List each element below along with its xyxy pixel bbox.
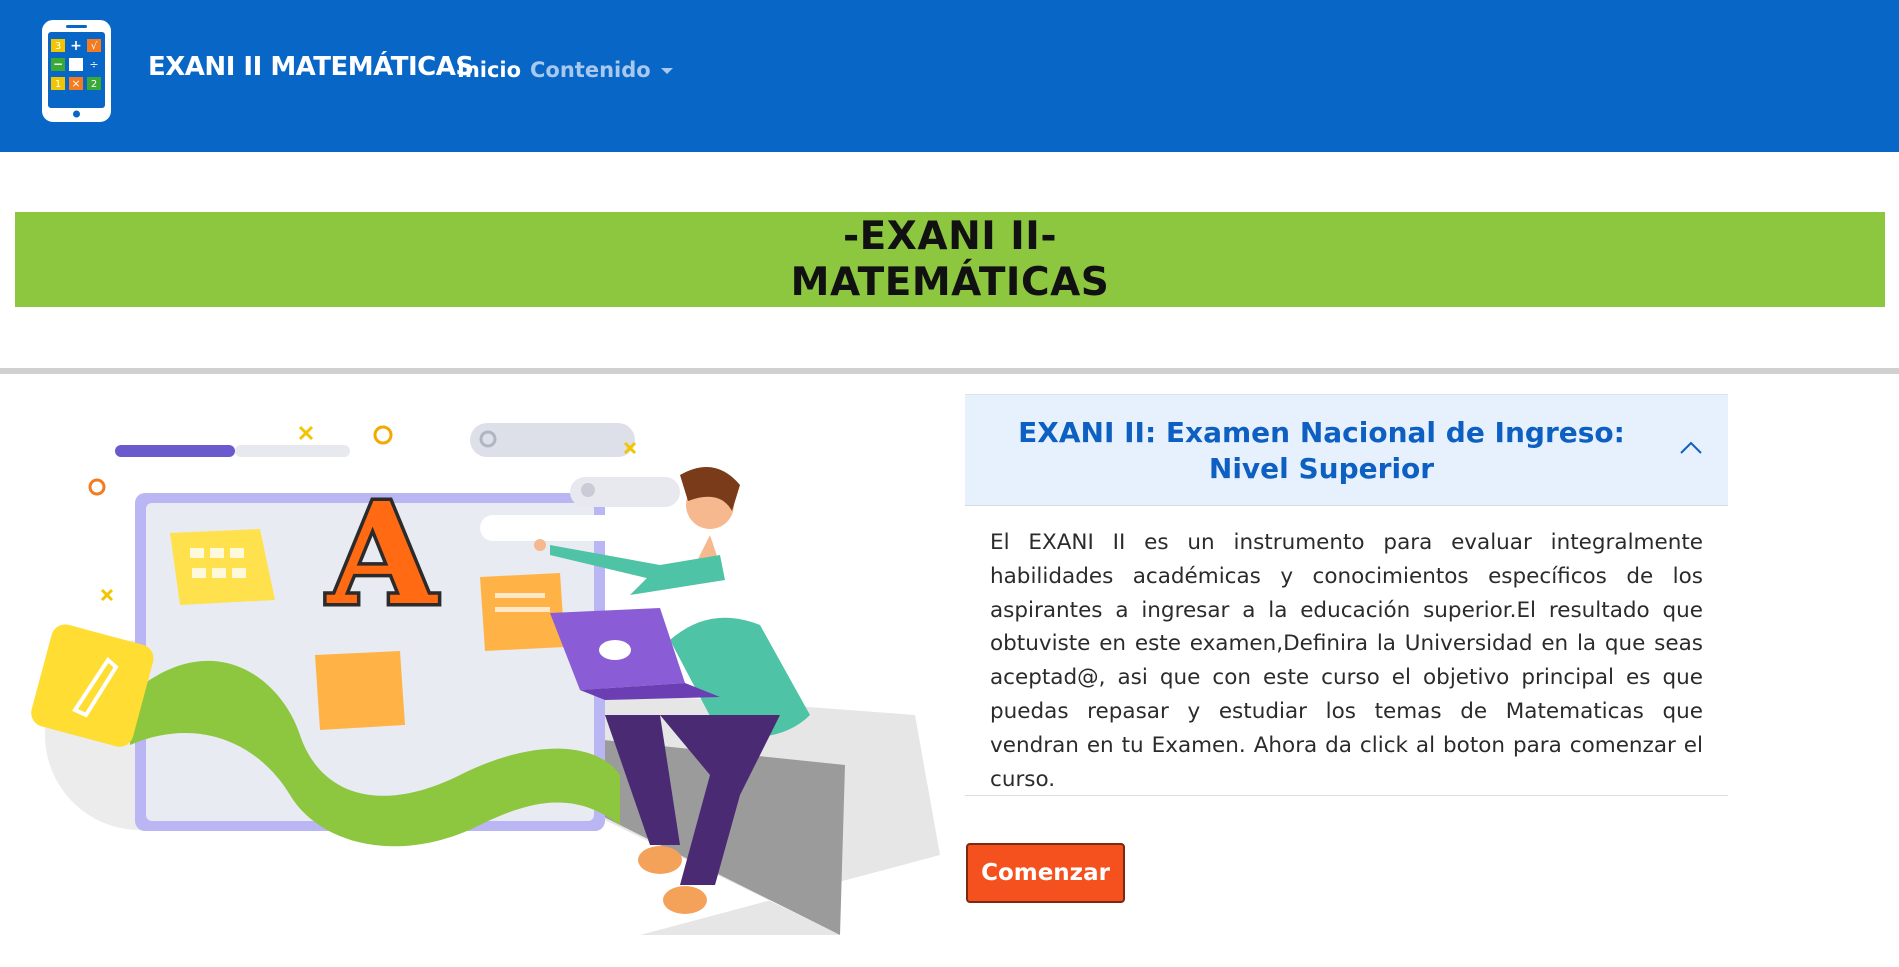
illustration-letter: A <box>326 473 439 637</box>
navbar: 3 + √ − ÷ 1 × 2 EXANI II MATEMÁTICAS Ini… <box>0 0 1899 152</box>
accordion-body: El EXANI II es un instrumento para evalu… <box>965 506 1728 796</box>
page-title-banner: -EXANI II- MATEMÁTICAS <box>15 212 1885 307</box>
page-title-line-1: -EXANI II- <box>842 214 1057 259</box>
logo-glyph: √ <box>91 41 98 52</box>
nav-link-inicio[interactable]: Inicio <box>457 58 521 82</box>
accordion-title: EXANI II: Examen Nacional de Ingreso: Ni… <box>1018 416 1625 485</box>
nav-link-label: Contenido <box>530 58 651 82</box>
section-divider <box>0 368 1899 374</box>
calculator-phone-icon[interactable]: 3 + √ − ÷ 1 × 2 <box>40 18 113 124</box>
logo-glyph: + <box>70 38 82 54</box>
logo-glyph: 2 <box>91 79 97 90</box>
logo-glyph: × <box>71 77 80 90</box>
nav-dropdown-contenido[interactable]: Contenido <box>530 58 673 82</box>
accordion: EXANI II: Examen Nacional de Ingreso: Ni… <box>965 394 1728 796</box>
logo-glyph: − <box>53 57 63 71</box>
nav-link-label: Inicio <box>457 58 522 82</box>
logo-glyph: ÷ <box>89 58 98 71</box>
progress-bar <box>115 445 235 457</box>
hero-illustration: A <box>31 423 940 935</box>
start-course-button[interactable]: Comenzar <box>966 843 1125 903</box>
accordion-body-text: El EXANI II es un instrumento para evalu… <box>990 530 1703 792</box>
accordion-header[interactable]: EXANI II: Examen Nacional de Ingreso: Ni… <box>965 394 1728 506</box>
logo-glyph: 1 <box>55 79 61 90</box>
navbar-brand[interactable]: EXANI II MATEMÁTICAS <box>148 52 474 82</box>
page-title-line-2: MATEMÁTICAS <box>790 260 1110 305</box>
location-pin-icon <box>581 483 595 497</box>
logo-glyph: 3 <box>55 41 61 52</box>
chevron-up-icon[interactable] <box>1678 435 1704 461</box>
chevron-down-icon <box>660 68 673 74</box>
